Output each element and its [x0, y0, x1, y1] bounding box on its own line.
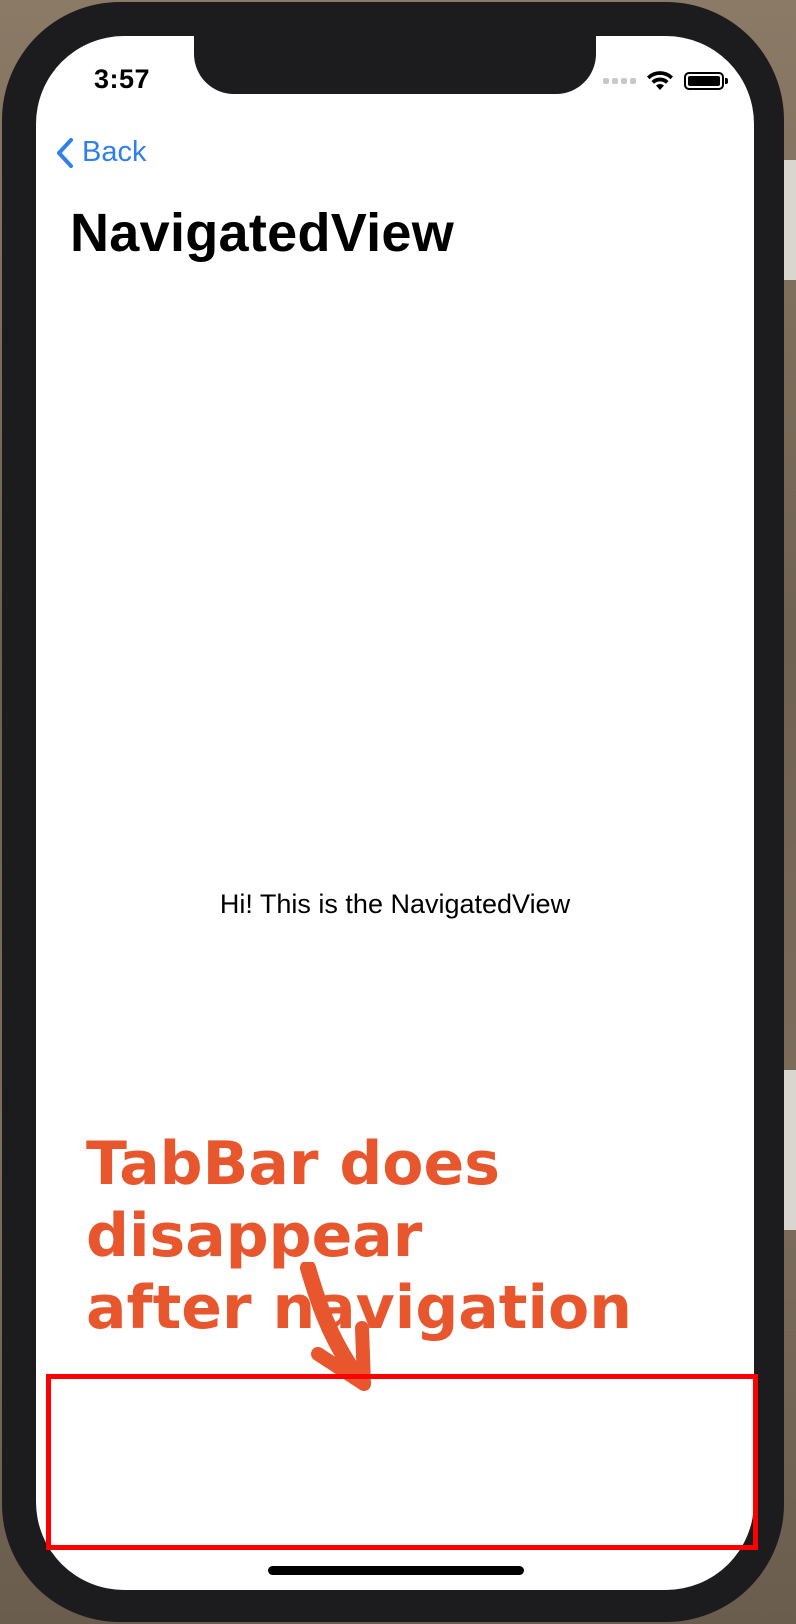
annotation-arrow	[300, 1262, 371, 1391]
content-message: Hi! This is the NavigatedView	[219, 889, 571, 919]
back-label: Back	[82, 136, 147, 168]
page-title: NavigatedView	[70, 203, 455, 263]
status-icons	[603, 70, 728, 92]
status-time: 3:57	[94, 64, 151, 94]
cellular-signal-icon	[603, 78, 636, 84]
phone-screen: 3:57 Back NavigatedView Hi! This is the …	[36, 36, 754, 1590]
annotation-line-2: after navigation	[86, 1273, 632, 1343]
annotation-text: TabBar does disappear after navigation	[86, 1128, 796, 1344]
wifi-icon	[647, 71, 673, 90]
chevron-left-icon	[57, 137, 73, 168]
battery-icon	[684, 72, 728, 90]
notch	[194, 36, 596, 94]
back-button[interactable]: Back	[56, 136, 146, 169]
tabbar-highlight-box	[46, 1374, 758, 1550]
annotation-line-1: TabBar does disappear	[86, 1129, 500, 1271]
home-indicator[interactable]	[268, 1566, 524, 1575]
